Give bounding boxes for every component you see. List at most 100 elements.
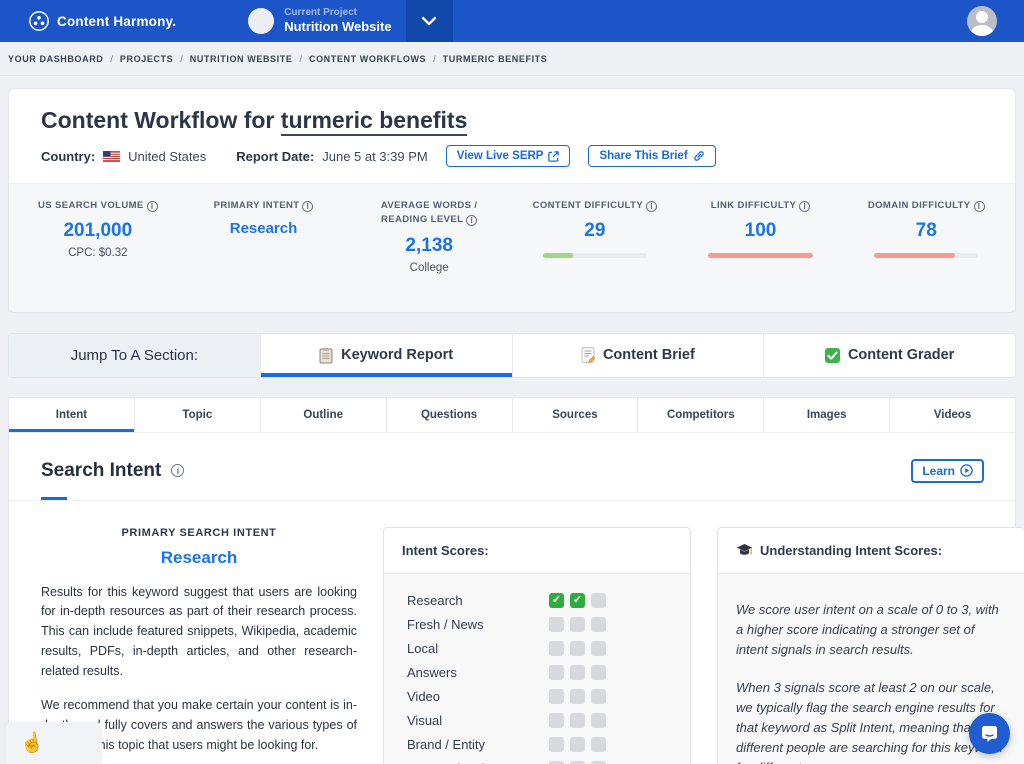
score-row-video: Video	[402, 689, 672, 704]
content-harmony-logo-icon	[28, 10, 50, 32]
clipboard-icon	[319, 347, 333, 364]
share-brief-button[interactable]: Share This Brief	[588, 145, 715, 167]
stat-domain-difficulty: Domain Difficulty 78	[843, 199, 1009, 290]
breadcrumb-separator: /	[433, 54, 436, 64]
stat-primary-intent: Primary Intent Research	[181, 199, 347, 290]
stat-value[interactable]: 201,000	[21, 220, 175, 242]
breadcrumb-item-projects[interactable]: Projects	[120, 54, 173, 64]
user-avatar[interactable]	[967, 6, 997, 36]
tab-sources[interactable]: Sources	[513, 398, 639, 432]
keyword-title: turmeric benefits	[281, 107, 468, 136]
score-box	[591, 617, 606, 632]
stat-sub: College	[352, 262, 506, 274]
info-icon[interactable]	[302, 201, 313, 212]
primary-intent-value[interactable]: Research	[41, 548, 357, 568]
stat-average-words: Average Words / Reading Level 2,138 Coll…	[346, 199, 512, 290]
intent-scores-title: Intent Scores:	[384, 528, 690, 574]
breadcrumb-separator: /	[110, 54, 113, 64]
stat-value[interactable]: 2,138	[352, 235, 506, 257]
score-box	[570, 593, 585, 608]
score-box	[549, 761, 564, 764]
project-dropdown-button[interactable]	[406, 0, 453, 42]
brand[interactable]: Content Harmony.	[0, 0, 176, 42]
chat-launcher-button[interactable]	[969, 713, 1010, 754]
score-box	[570, 641, 585, 656]
messenger-icon	[980, 725, 999, 743]
score-box	[570, 617, 585, 632]
stat-value[interactable]: 29	[518, 220, 672, 242]
jump-to-section-label: Jump To A Section:	[9, 334, 261, 377]
score-box	[570, 761, 585, 764]
onboarding-hint-popup[interactable]: ☝	[6, 722, 102, 764]
breadcrumb: Your Dashboard / Projects / Nutrition We…	[0, 42, 1024, 76]
breadcrumb-item-current[interactable]: Turmeric Benefits	[443, 54, 548, 64]
score-box	[549, 689, 564, 704]
chevron-down-icon	[421, 16, 437, 26]
graduation-cap-icon	[736, 543, 753, 557]
stat-progress-bar	[874, 253, 978, 258]
tab-images[interactable]: Images	[764, 398, 890, 432]
play-circle-icon	[960, 464, 973, 477]
brand-name: Content Harmony.	[57, 14, 176, 29]
report-tab-bar: Intent Topic Outline Questions Sources C…	[8, 397, 1016, 432]
score-box	[570, 737, 585, 752]
view-live-serp-button[interactable]: View Live SERP	[446, 145, 571, 167]
info-icon[interactable]	[466, 215, 477, 226]
score-row-fresh-news: Fresh / News	[402, 617, 672, 632]
stat-value[interactable]: Research	[187, 220, 341, 237]
project-switcher[interactable]: Current Project Nutrition Website	[234, 0, 405, 42]
score-box	[549, 617, 564, 632]
info-icon[interactable]	[147, 201, 158, 212]
stat-value[interactable]: 78	[849, 220, 1003, 242]
memo-icon	[581, 347, 595, 363]
stat-link-difficulty: Link Difficulty 100	[678, 199, 844, 290]
breadcrumb-item-dashboard[interactable]: Your Dashboard	[8, 54, 103, 64]
stat-us-search-volume: US Search Volume 201,000 CPC: $0.32	[15, 199, 181, 290]
page-title: Content Workflow for turmeric benefits	[41, 107, 983, 134]
workflow-header-card: Content Workflow for turmeric benefits C…	[8, 88, 1016, 313]
explainer-title: Understanding Intent Scores:	[760, 543, 942, 558]
intent-description-paragraph: Results for this keyword suggest that us…	[41, 583, 357, 682]
section-nav-content-brief[interactable]: Content Brief	[513, 334, 765, 377]
learn-button[interactable]: Learn	[911, 459, 984, 483]
external-link-icon	[548, 151, 559, 162]
score-box	[570, 689, 585, 704]
section-nav: Jump To A Section: Keyword Report Conten…	[8, 333, 1016, 378]
us-flag-icon	[103, 151, 120, 162]
info-icon[interactable]	[974, 201, 985, 212]
score-box	[570, 713, 585, 728]
score-box	[549, 713, 564, 728]
score-box	[591, 689, 606, 704]
score-row-local: Local	[402, 641, 672, 656]
tab-intent[interactable]: Intent	[9, 398, 135, 432]
score-box	[591, 737, 606, 752]
search-intent-section: Search Intent Learn Primary Search Inten…	[8, 432, 1016, 764]
tab-outline[interactable]: Outline	[261, 398, 387, 432]
score-box	[591, 713, 606, 728]
breadcrumb-item-workflows[interactable]: Content Workflows	[309, 54, 426, 64]
tab-videos[interactable]: Videos	[890, 398, 1015, 432]
current-project-name: Nutrition Website	[284, 19, 391, 35]
info-icon[interactable]	[171, 464, 184, 477]
tab-topic[interactable]: Topic	[135, 398, 261, 432]
section-nav-content-grader[interactable]: Content Grader	[764, 334, 1015, 377]
score-box	[570, 665, 585, 680]
intent-scores-panel: Intent Scores: Research Fresh / News Loc…	[383, 527, 691, 764]
tab-questions[interactable]: Questions	[387, 398, 513, 432]
score-box	[549, 737, 564, 752]
report-date-value: June 5 at 3:39 PM	[322, 149, 428, 164]
stat-sub: CPC: $0.32	[21, 247, 175, 259]
tab-competitors[interactable]: Competitors	[638, 398, 764, 432]
stat-value[interactable]: 100	[684, 220, 838, 242]
score-row-answers: Answers	[402, 665, 672, 680]
primary-intent-label: Primary Search Intent	[41, 527, 357, 539]
top-navbar: Content Harmony. Current Project Nutriti…	[0, 0, 1024, 42]
green-check-icon	[825, 348, 840, 363]
info-icon[interactable]	[799, 201, 810, 212]
breadcrumb-item-project[interactable]: Nutrition Website	[190, 54, 293, 64]
stat-progress-bar	[543, 253, 647, 258]
info-icon[interactable]	[646, 201, 657, 212]
project-avatar	[248, 8, 274, 34]
score-box	[591, 761, 606, 764]
section-nav-keyword-report[interactable]: Keyword Report	[261, 334, 513, 377]
